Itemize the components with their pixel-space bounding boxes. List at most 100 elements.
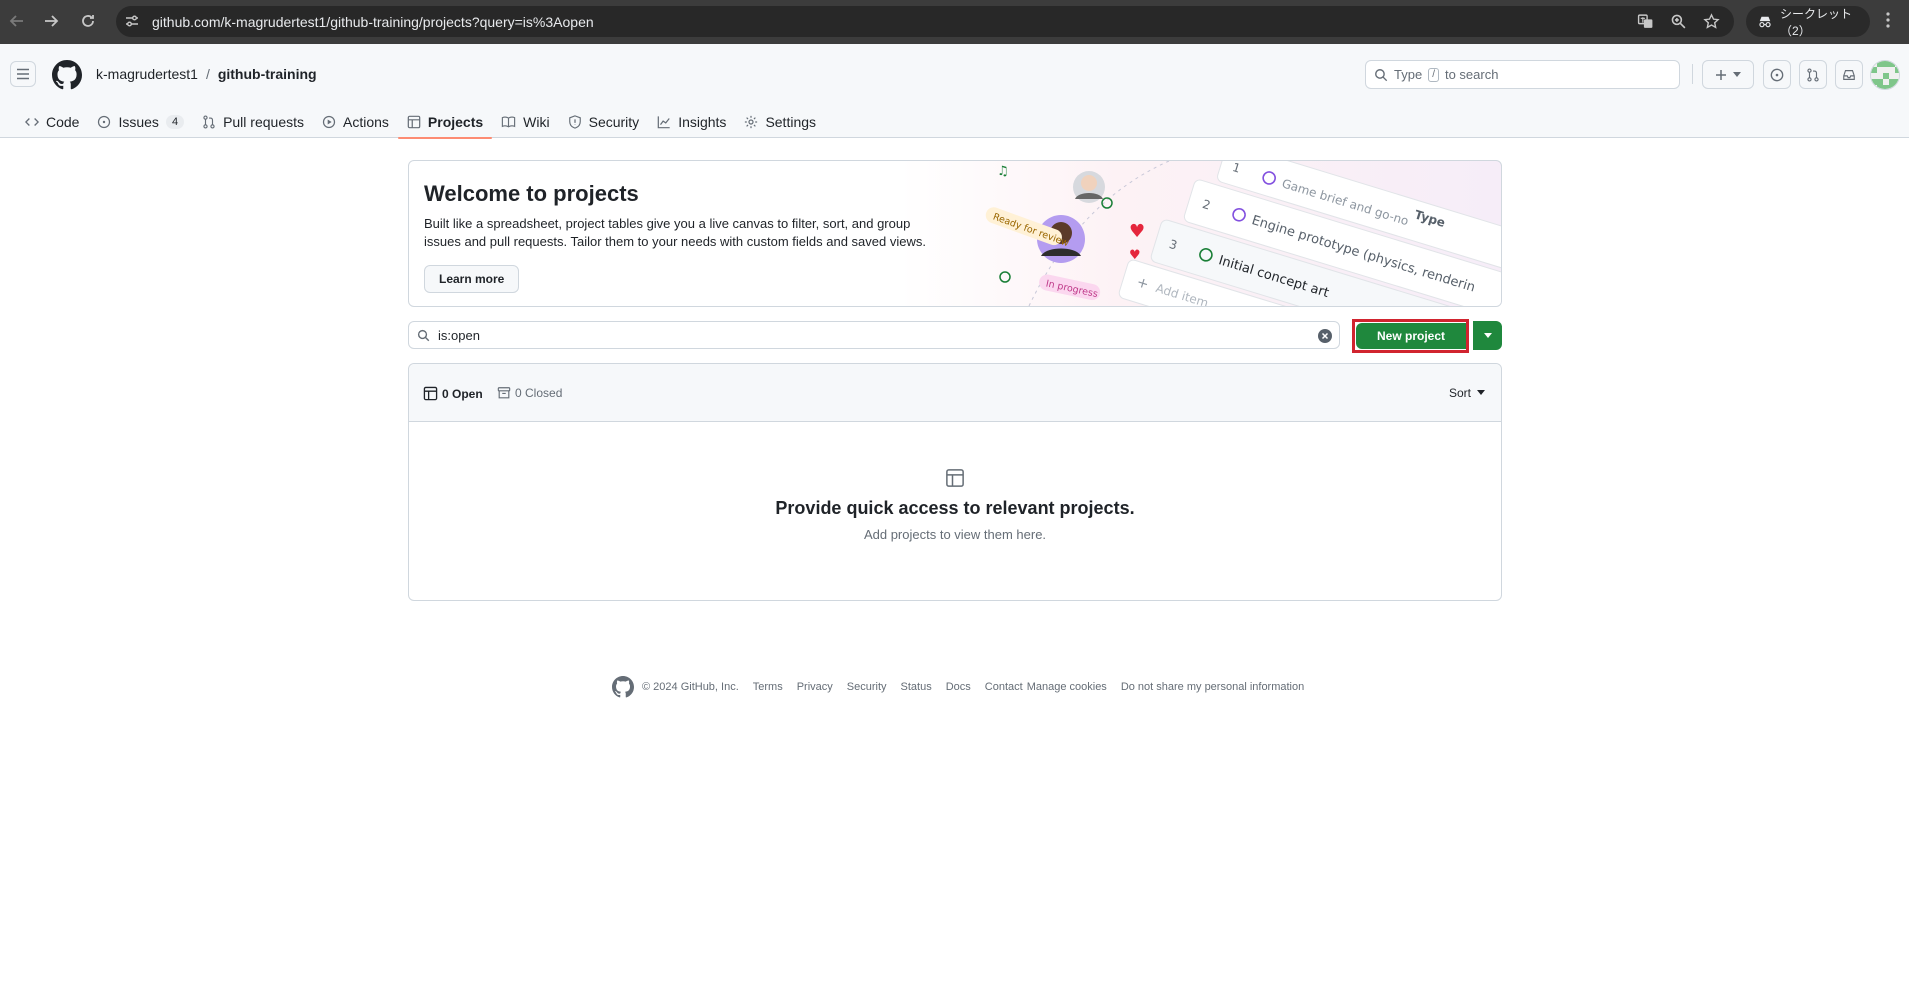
code-icon (25, 118, 39, 126)
tab-security[interactable]: Security (559, 106, 649, 138)
tab-projects[interactable]: Projects (397, 106, 493, 139)
breadcrumb-separator: / (205, 66, 210, 82)
play-icon (322, 115, 336, 129)
filter-query-text: is:open (438, 327, 480, 343)
gear-icon (745, 115, 758, 129)
url-text: github.com/k-magrudertest1/github-traini… (152, 14, 594, 30)
footer-link-contact[interactable]: Contact (985, 681, 1023, 693)
tab-label: Projects (427, 114, 484, 130)
footer-link-security[interactable]: Security (847, 681, 887, 693)
github-mark-icon[interactable] (612, 676, 634, 698)
projects-empty-state: Provide quick access to relevant project… (409, 422, 1501, 600)
issues-button[interactable] (1763, 60, 1791, 89)
zoom-icon[interactable] (1670, 13, 1687, 30)
bookmark-star-icon[interactable] (1703, 13, 1720, 30)
github-mark-icon (52, 60, 82, 90)
reload-button[interactable] (77, 10, 99, 32)
issue-opened-icon (98, 115, 111, 129)
closed-count-label: 0 Closed (515, 386, 563, 400)
global-search-input[interactable]: Type / to search (1365, 60, 1680, 89)
tab-settings[interactable]: Settings (735, 106, 825, 138)
global-menu-button[interactable] (10, 61, 36, 87)
footer-link-do-not-share[interactable]: Do not share my personal information (1121, 681, 1304, 693)
tab-label: Security (588, 114, 640, 130)
art-status-dot-2 (999, 271, 1011, 283)
browser-menu-button[interactable] (1880, 10, 1896, 30)
projects-list: 0 Open 0 Closed Sort Provide quick acces… (408, 363, 1502, 601)
tab-issues[interactable]: Issues 4 (88, 106, 193, 138)
closed-projects-filter[interactable]: 0 Closed (497, 386, 562, 400)
clear-filter-button[interactable] (1317, 328, 1333, 344)
footer-link-status[interactable]: Status (901, 681, 932, 693)
tab-insights[interactable]: Insights (648, 106, 735, 138)
tab-actions[interactable]: Actions (313, 106, 398, 138)
new-project-button[interactable]: New project (1356, 323, 1466, 349)
forward-button[interactable] (40, 10, 62, 32)
tab-pull-requests[interactable]: Pull requests (193, 106, 313, 138)
avatar-reviewer-face (1081, 175, 1097, 191)
sort-label: Sort (1448, 386, 1471, 400)
footer-copyright: © 2024 GitHub, Inc. (642, 681, 739, 693)
arrow-right-icon (45, 15, 59, 27)
tab-label: Insights (678, 114, 727, 130)
projects-list-header: 0 Open 0 Closed Sort (409, 364, 1501, 422)
repo-link[interactable]: github-training (218, 66, 317, 82)
projects-filter-input[interactable]: is:open (408, 321, 1340, 349)
x-circle-fill-icon (1318, 329, 1332, 343)
triangle-down-icon (1483, 332, 1492, 338)
browser-toolbar: github.com/k-magrudertest1/github-traini… (0, 0, 1909, 44)
incognito-icon (1759, 16, 1771, 27)
tab-label: Pull requests (223, 114, 304, 130)
header-divider (1692, 64, 1693, 84)
address-bar[interactable]: github.com/k-magrudertest1/github-traini… (116, 6, 1734, 37)
inbox-button[interactable] (1835, 60, 1863, 89)
owner-link[interactable]: k-magrudertest1 (96, 66, 198, 82)
search-hint-suffix: to search (1444, 67, 1499, 82)
footer-link-terms[interactable]: Terms (753, 681, 783, 693)
banner-title: Welcome to projects (424, 181, 639, 206)
footer-link-manage-cookies[interactable]: Manage cookies (1027, 681, 1107, 693)
site-settings-icon[interactable] (124, 13, 140, 29)
profile-label: シークレット（2） (1780, 6, 1853, 38)
table-icon (946, 469, 964, 487)
tab-label: Issues (118, 114, 159, 130)
issue-opened-icon (1770, 68, 1784, 81)
plus-icon (1716, 69, 1726, 80)
heart-icon: ♥ (1129, 221, 1145, 242)
footer-link-docs[interactable]: Docs (946, 681, 971, 693)
music-note-icon: ♫ (997, 164, 1009, 179)
learn-more-button[interactable]: Learn more (424, 265, 520, 293)
filter-row: is:open New project (408, 319, 1502, 353)
user-avatar[interactable] (1870, 60, 1900, 90)
issues-count-badge: 4 (165, 115, 185, 129)
git-pull-request-icon (203, 115, 215, 129)
sort-menu-button[interactable]: Sort (1449, 386, 1485, 400)
tab-label: Wiki (523, 114, 550, 130)
search-hint-prefix: Type (1394, 67, 1423, 82)
table-icon (407, 115, 421, 129)
translate-icon[interactable] (1637, 13, 1654, 30)
tab-code[interactable]: Code (16, 106, 88, 138)
table-icon (423, 386, 438, 401)
tab-wiki[interactable]: Wiki (492, 106, 558, 138)
empty-state-description: Add projects to view them here. (863, 527, 1047, 542)
new-project-dropdown-button[interactable] (1473, 321, 1502, 350)
kebab-menu-icon (1886, 12, 1890, 28)
site-footer: © 2024 GitHub, Inc. Terms Privacy Securi… (612, 676, 1304, 698)
git-pull-request-icon (1807, 67, 1819, 82)
create-new-button[interactable] (1702, 60, 1754, 89)
banner-illustration: 1 Game brief and go-no 2 Engine prototyp… (985, 161, 1501, 306)
incognito-profile-button[interactable]: シークレット（2） (1746, 6, 1870, 38)
book-icon (501, 116, 516, 128)
github-logo[interactable] (52, 60, 82, 90)
search-shortcut-key: / (1428, 67, 1439, 82)
inbox-icon (1843, 69, 1855, 80)
arrow-left-icon (9, 15, 23, 27)
back-button[interactable] (6, 10, 28, 32)
open-projects-filter[interactable]: 0 Open (423, 386, 483, 401)
banner-description: Built like a spreadsheet, project tables… (424, 216, 926, 249)
footer-link-privacy[interactable]: Privacy (797, 681, 833, 693)
pull-requests-button[interactable] (1799, 60, 1827, 89)
graph-icon (657, 116, 670, 129)
triangle-down-icon (1733, 71, 1741, 77)
